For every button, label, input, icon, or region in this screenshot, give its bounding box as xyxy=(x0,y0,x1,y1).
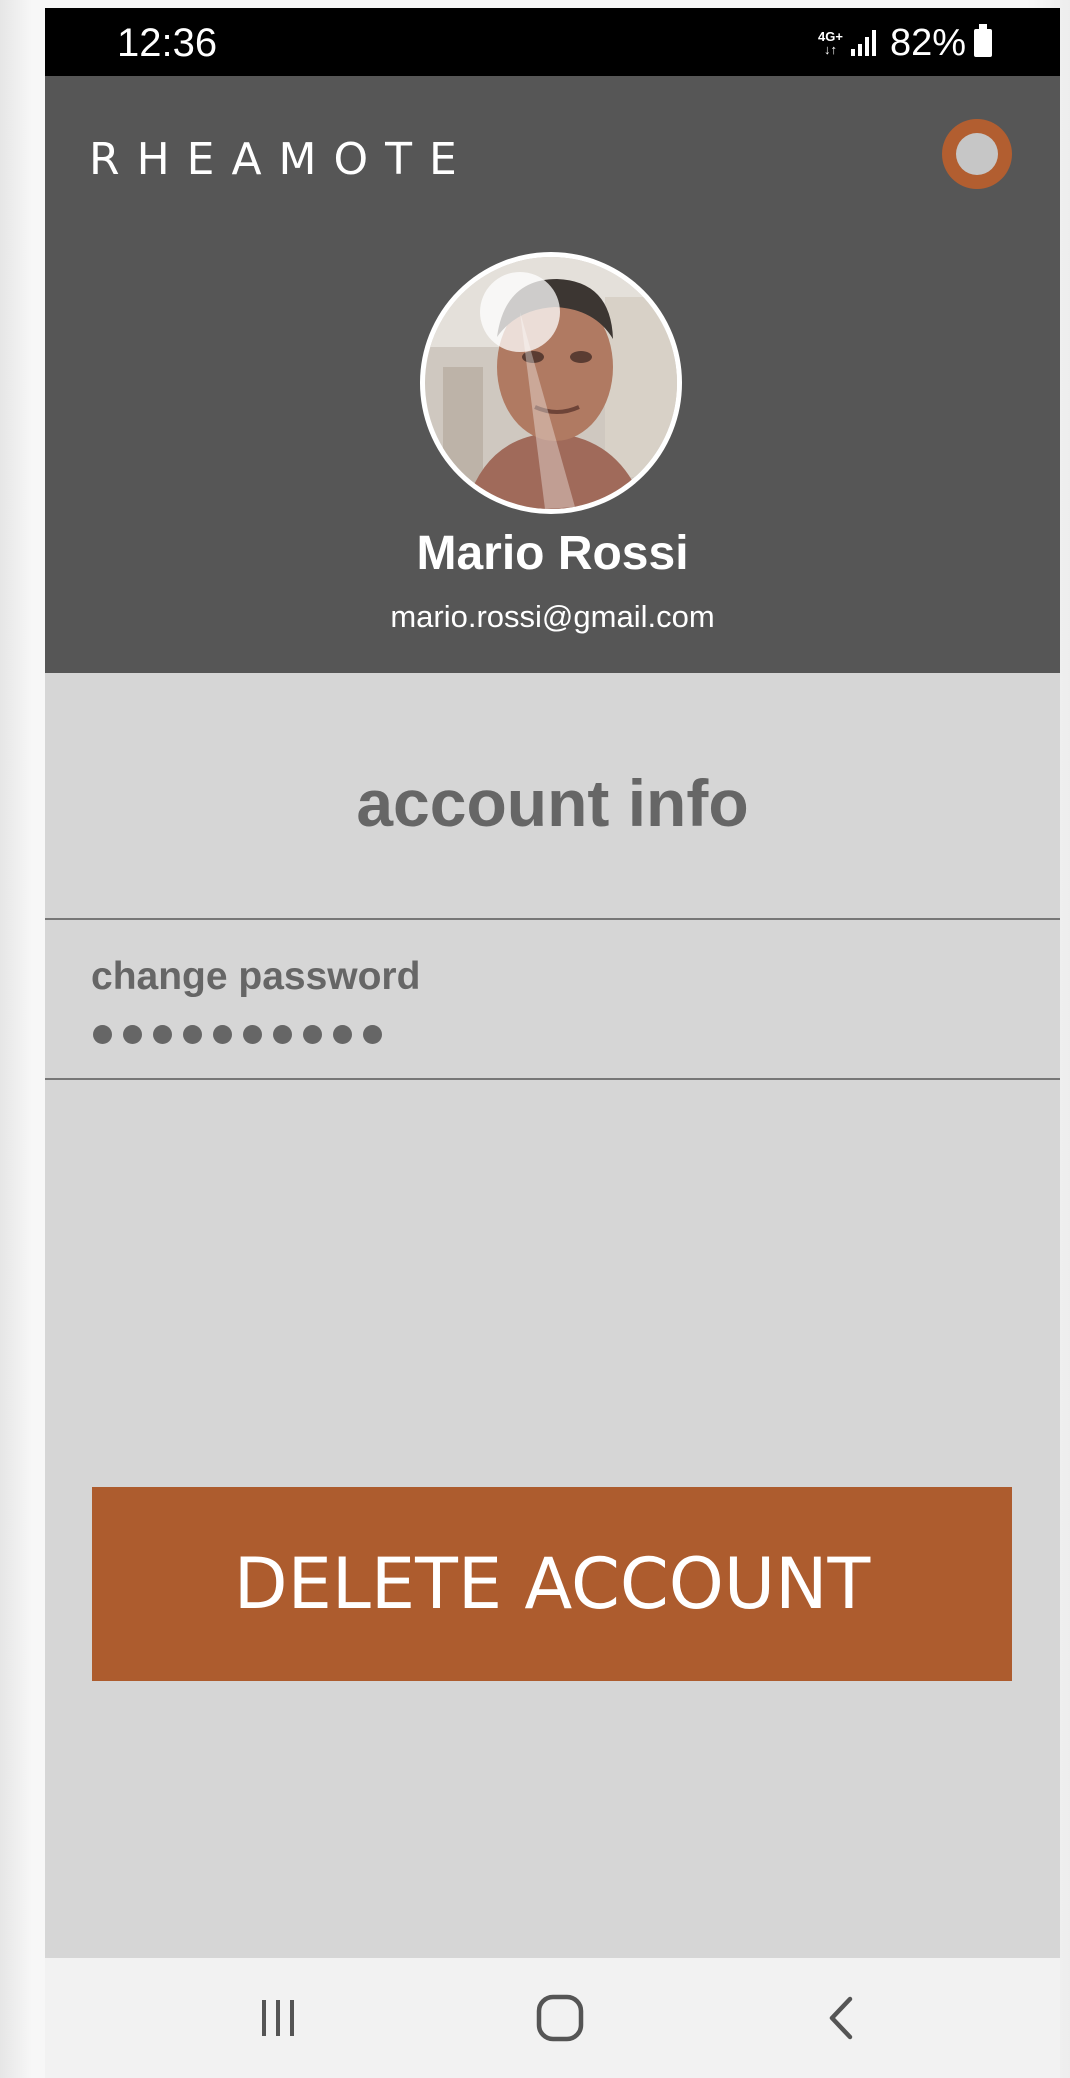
section-title: account info xyxy=(356,766,749,840)
avatar[interactable] xyxy=(420,252,682,514)
password-masked-value xyxy=(93,1025,382,1044)
status-indicators: 4G+ ↓↑ 82% xyxy=(818,22,992,64)
battery-percent: 82% xyxy=(889,21,966,64)
system-nav-bar xyxy=(45,1958,1060,2078)
data-arrows-icon: ↓↑ xyxy=(823,42,837,57)
profile-name: Mario Rossi xyxy=(416,527,689,580)
profile-header: RHEAMOTE Mario Rossi mario.rossi@gmail.c… xyxy=(45,76,1060,673)
phone-screen: 12:36 4G+ ↓↑ 82% RHEAMOTE Mario Rossi ma… xyxy=(45,8,1060,2078)
recents-icon[interactable] xyxy=(238,1980,318,2056)
home-icon[interactable] xyxy=(520,1980,600,2056)
network-indicator: 4G+ ↓↑ xyxy=(818,30,843,56)
signal-icon xyxy=(850,30,876,56)
change-password-label: change password xyxy=(91,955,421,998)
app-brand: RHEAMOTE xyxy=(89,134,474,185)
profile-email: mario.rossi@gmail.com xyxy=(390,599,715,634)
battery-icon xyxy=(974,24,992,57)
status-toggle-icon[interactable] xyxy=(942,119,1012,189)
change-password-row[interactable]: change password xyxy=(45,920,1060,1078)
avatar-photo xyxy=(425,257,677,509)
divider-bottom xyxy=(45,1078,1060,1080)
status-bar: 12:36 4G+ ↓↑ 82% xyxy=(45,8,1060,76)
back-icon[interactable] xyxy=(802,1980,882,2056)
status-time: 12:36 xyxy=(117,21,218,65)
delete-account-button[interactable]: DELETE ACCOUNT xyxy=(92,1487,1012,1681)
